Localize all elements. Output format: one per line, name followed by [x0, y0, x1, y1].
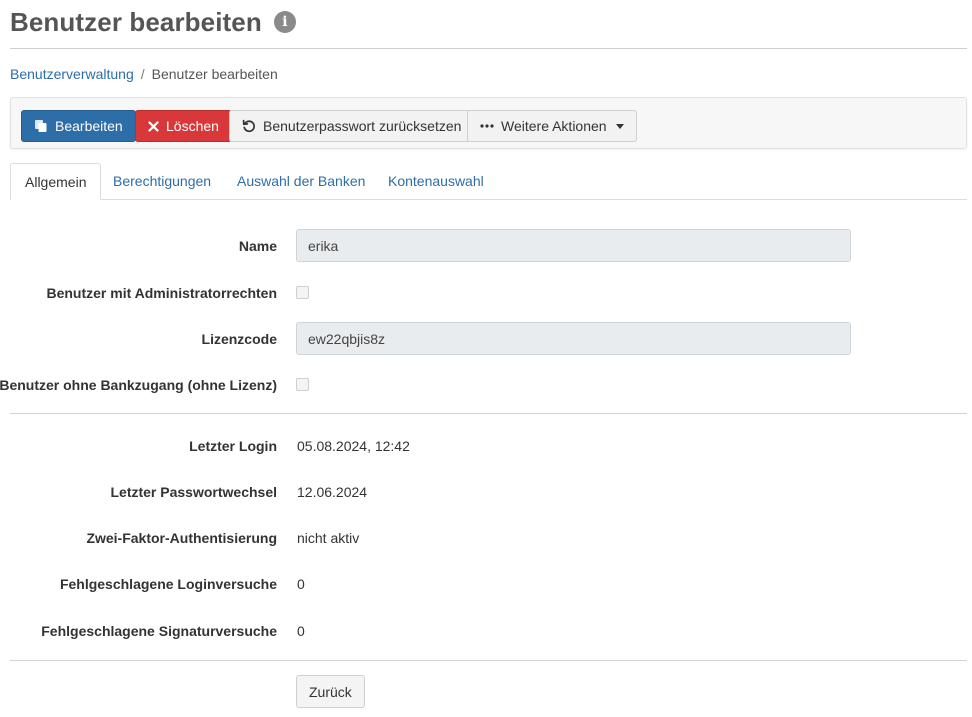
tab-bank-selection[interactable]: Auswahl der Banken — [223, 163, 379, 199]
info-icon[interactable]: i — [273, 11, 296, 33]
last-password-change-value: 12.06.2024 — [297, 484, 368, 500]
action-toolbar: Bearbeiten Löschen Benutzerpasswort zurü… — [10, 97, 967, 149]
breadcrumb-link-user-management[interactable]: Benutzerverwaltung — [10, 66, 134, 82]
more-actions-dropdown[interactable]: Weitere Aktionen — [467, 110, 637, 142]
delete-button-label: Löschen — [166, 118, 219, 134]
tab-general[interactable]: Allgemein — [10, 163, 102, 200]
breadcrumb-separator: / — [140, 66, 145, 82]
title-divider — [10, 48, 967, 49]
two-factor-label: Zwei-Faktor-Authentisierung — [86, 530, 277, 546]
last-login-value: 05.08.2024, 12:42 — [297, 438, 410, 454]
failed-signatures-value: 0 — [297, 623, 305, 639]
detail-row-failed-signatures: Fehlgeschlagene Signaturversuche 0 — [0, 614, 972, 648]
reset-password-button[interactable]: Benutzerpasswort zurücksetzen — [229, 110, 475, 142]
page-title: Benutzer bearbeiten — [10, 6, 262, 37]
detail-row-last-login: Letzter Login 05.08.2024, 12:42 — [0, 429, 972, 463]
tab-permissions[interactable]: Berechtigungen — [99, 163, 225, 199]
tab-bar: Allgemein Berechtigungen Auswahl der Ban… — [10, 163, 967, 200]
name-field[interactable] — [296, 229, 851, 262]
more-icon — [480, 124, 494, 128]
undo-icon — [242, 119, 256, 133]
name-label: Name — [238, 238, 277, 254]
admin-label: Benutzer mit Administratorrechten — [46, 285, 277, 301]
form-row-admin: Benutzer mit Administratorrechten — [0, 276, 972, 310]
form-row-name: Name — [0, 229, 972, 263]
last-login-label: Letzter Login — [189, 438, 277, 454]
reset-password-button-label: Benutzerpasswort zurücksetzen — [263, 118, 462, 134]
last-password-change-label: Letzter Passwortwechsel — [110, 484, 277, 500]
failed-signatures-label: Fehlgeschlagene Signaturversuche — [41, 623, 277, 639]
detail-row-failed-logins: Fehlgeschlagene Loginversuche 0 — [0, 567, 972, 601]
form-row-no-bank-access: Benutzer ohne Bankzugang (ohne Lizenz) — [0, 368, 972, 402]
detail-row-two-factor: Zwei-Faktor-Authentisierung nicht aktiv — [0, 521, 972, 555]
no-bank-access-checkbox[interactable] — [296, 378, 309, 391]
breadcrumb: Benutzerverwaltung / Benutzer bearbeiten — [10, 66, 278, 82]
edit-button[interactable]: Bearbeiten — [21, 110, 136, 142]
more-actions-label: Weitere Aktionen — [501, 118, 607, 134]
chevron-down-icon — [615, 123, 624, 129]
page-header: Benutzer bearbeiten i — [10, 6, 296, 38]
breadcrumb-current: Benutzer bearbeiten — [151, 66, 278, 82]
close-icon — [148, 120, 159, 132]
tab-account-selection[interactable]: Kontenauswahl — [374, 163, 498, 199]
license-label: Lizenzcode — [201, 331, 277, 347]
failed-logins-value: 0 — [297, 576, 305, 592]
no-bank-access-label: Benutzer ohne Bankzugang (ohne Lizenz) — [0, 377, 277, 393]
delete-button[interactable]: Löschen — [135, 110, 232, 142]
form-row-license: Lizenzcode — [0, 322, 972, 356]
back-button[interactable]: Zurück — [296, 675, 365, 708]
section-divider — [10, 413, 967, 414]
admin-checkbox[interactable] — [296, 286, 309, 299]
failed-logins-label: Fehlgeschlagene Loginversuche — [59, 576, 277, 592]
two-factor-value: nicht aktiv — [297, 530, 360, 546]
footer-divider — [10, 660, 967, 661]
copy-icon — [34, 119, 48, 133]
license-code-field[interactable] — [296, 322, 851, 355]
edit-button-label: Bearbeiten — [55, 118, 123, 134]
detail-row-last-password-change: Letzter Passwortwechsel 12.06.2024 — [0, 475, 972, 509]
